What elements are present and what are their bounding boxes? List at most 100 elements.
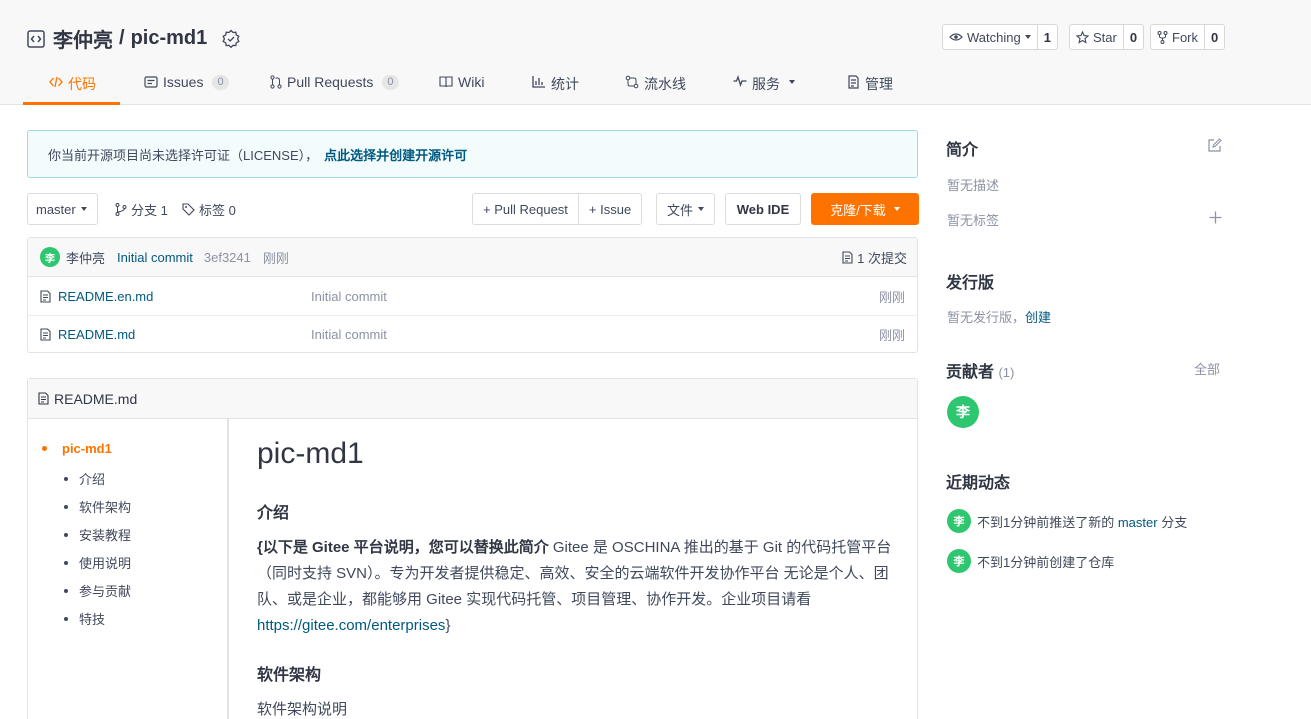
bullet-icon: [64, 616, 68, 621]
star-count[interactable]: 0: [1122, 25, 1143, 49]
activity-item: 李 不到1分钟前创建了仓库: [947, 549, 1114, 573]
new-issue-button[interactable]: + Issue: [577, 194, 641, 224]
toc-item-label: 软件架构: [79, 500, 132, 515]
readme-toc: pic-md1 介绍 软件架构 安装教程 使用说明 参与贡献 特技: [28, 419, 229, 719]
code-icon: [27, 29, 45, 48]
toc-item-label: 介绍: [79, 472, 106, 487]
branch-select[interactable]: master: [27, 193, 98, 225]
release-title: 发行版: [946, 275, 995, 292]
all-contributors-link[interactable]: 全部: [1194, 359, 1220, 378]
readme-intro-heading: 介绍: [257, 505, 290, 522]
avatar[interactable]: 李: [40, 247, 60, 267]
tab-issues-label: Issues: [163, 74, 204, 90]
toc-item[interactable]: 安装教程: [64, 525, 131, 544]
chevron-down-icon: [698, 207, 705, 211]
chart-icon: [532, 76, 545, 88]
toc-item[interactable]: 介绍: [64, 469, 105, 488]
watch-count[interactable]: 1: [1036, 25, 1057, 49]
repo-title: 李仲亮 / pic-md1: [27, 24, 241, 53]
pulse-icon: [733, 75, 747, 87]
new-pull-request-button[interactable]: + Pull Request: [473, 194, 578, 224]
toc-item[interactable]: 软件架构: [64, 497, 131, 516]
intro-title: 简介: [946, 142, 979, 159]
file-name-link[interactable]: README.en.md: [58, 289, 153, 304]
tab-manage-label: 管理: [865, 76, 893, 92]
tab-code[interactable]: 代码: [23, 62, 120, 105]
fork-count[interactable]: 0: [1204, 25, 1224, 49]
branches-link[interactable]: 分支 1: [115, 193, 168, 225]
clone-download-button[interactable]: 克隆/下载: [811, 193, 919, 225]
commit-author[interactable]: 李仲亮: [66, 248, 105, 267]
readme-arch-text: 软件架构说明: [257, 701, 348, 718]
license-notice: 你当前开源项目尚未选择许可证（LICENSE）， 点此选择并创建开源许可: [27, 130, 918, 178]
avatar[interactable]: 李: [947, 509, 971, 533]
fork-group: Fork 0: [1150, 24, 1226, 50]
toc-title-label: pic-md1: [62, 441, 112, 456]
file-list: 李 李仲亮 Initial commit 3ef3241 刚刚 1 次提交 RE…: [27, 237, 918, 353]
tab-manage[interactable]: 管理: [847, 62, 893, 105]
pipeline-icon: [625, 75, 639, 89]
bullet-icon: [64, 476, 68, 481]
watch-label: Watching: [967, 29, 1021, 45]
star-button[interactable]: Star: [1070, 25, 1123, 49]
file-commit-message[interactable]: Initial commit: [311, 289, 387, 304]
file-commit-time: 刚刚: [878, 328, 905, 343]
enterprises-link[interactable]: https://gitee.com/enterprises: [257, 617, 445, 634]
toc-item-title[interactable]: pic-md1: [42, 441, 112, 456]
branch-select-value: master: [36, 201, 76, 217]
commit-message-link[interactable]: Initial commit: [117, 250, 193, 265]
toc-item[interactable]: 特技: [64, 609, 105, 628]
tab-issues[interactable]: Issues 0: [144, 62, 229, 105]
tab-code-label: 代码: [68, 76, 96, 92]
tab-stats-label: 统计: [551, 76, 579, 92]
tab-pipeline[interactable]: 流水线: [625, 62, 686, 105]
toc-item[interactable]: 使用说明: [64, 553, 131, 572]
file-menu-label: 文件: [667, 202, 694, 218]
eye-icon: [949, 33, 963, 41]
commit-doc-icon: [842, 251, 853, 264]
table-row[interactable]: README.md Initial commit 刚刚: [28, 315, 917, 353]
commits-link[interactable]: 1 次提交: [842, 238, 907, 277]
commit-sha[interactable]: 3ef3241: [204, 250, 251, 265]
tab-wiki[interactable]: Wiki: [439, 62, 484, 105]
tab-pull-requests[interactable]: Pull Requests 0: [270, 62, 399, 105]
file-icon: [38, 392, 49, 405]
branch-link[interactable]: master: [1118, 515, 1158, 530]
chevron-down-icon: [1024, 35, 1031, 39]
edit-icon[interactable]: [1207, 138, 1222, 153]
create-license-link[interactable]: 点此选择并创建开源许可: [324, 145, 467, 164]
repo-name-link[interactable]: pic-md1: [131, 27, 208, 50]
tab-services[interactable]: 服务: [733, 62, 795, 105]
readme-intro-paragraph: {以下是 Gitee 平台说明，您可以替换此简介 Gitee 是 OSCHINA…: [257, 535, 897, 639]
table-row[interactable]: README.en.md Initial commit 刚刚: [28, 277, 917, 315]
file-icon: [40, 328, 51, 341]
plus-icon[interactable]: [1209, 211, 1222, 224]
file-menu-button[interactable]: 文件: [657, 194, 714, 224]
star-icon: [1076, 30, 1089, 44]
toc-item-label: 参与贡献: [79, 584, 132, 599]
star-label: Star: [1093, 29, 1117, 45]
tags-link[interactable]: 标签 0: [182, 193, 236, 225]
activity-prefix: 不到1分钟前推送了新的: [977, 514, 1118, 530]
toc-item[interactable]: 参与贡献: [64, 581, 131, 600]
web-ide-button[interactable]: Web IDE: [725, 193, 801, 225]
fork-button[interactable]: Fork: [1151, 25, 1204, 49]
star-group: Star 0: [1069, 24, 1145, 50]
file-commit-message[interactable]: Initial commit: [311, 327, 387, 342]
activity-text: 不到1分钟前创建了仓库: [977, 554, 1115, 570]
tab-stats[interactable]: 统计: [532, 62, 579, 105]
create-release-link[interactable]: 创建: [1025, 310, 1051, 325]
repo-owner-link[interactable]: 李仲亮: [53, 24, 113, 53]
repo-separator: /: [119, 27, 125, 49]
issues-icon: [144, 76, 158, 88]
watch-button[interactable]: Watching: [943, 25, 1037, 49]
avatar[interactable]: 李: [947, 549, 971, 573]
no-tags: 暂无标签: [947, 213, 1000, 228]
file-name-link[interactable]: README.md: [58, 327, 135, 342]
repo-header: 李仲亮 / pic-md1 Watching 1 Star 0 Fork 0 代…: [0, 0, 1311, 105]
release-info: 暂无发行版，创建: [947, 307, 1051, 326]
readme-intro-tail: }: [445, 617, 451, 634]
award-badge-icon[interactable]: [221, 29, 241, 49]
bullet-icon: [64, 504, 68, 509]
avatar[interactable]: 李: [947, 396, 979, 428]
